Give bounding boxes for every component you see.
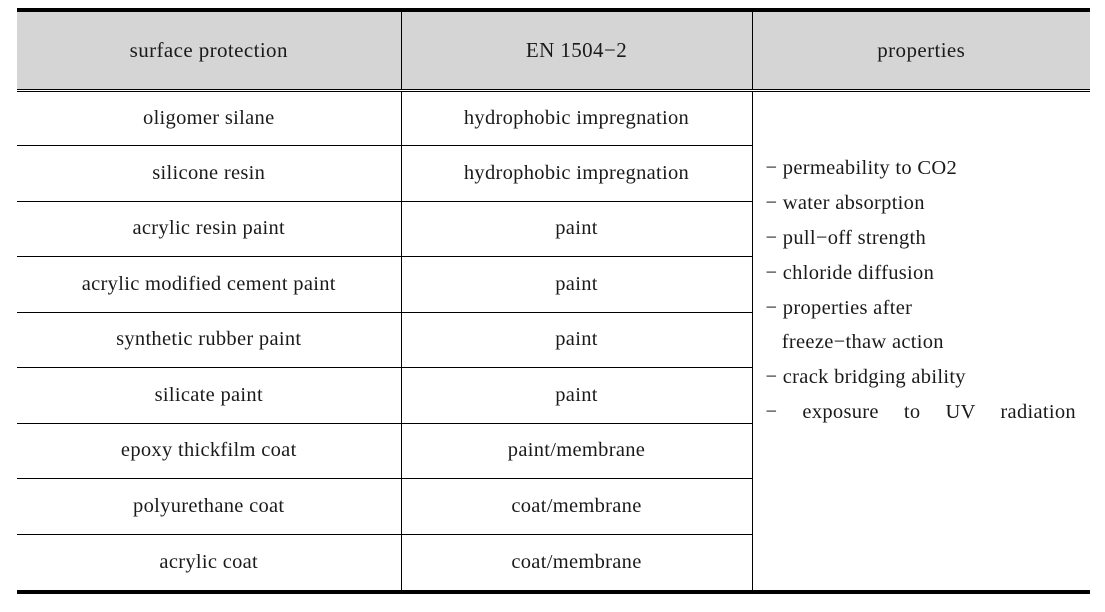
cell-en-standard: paint [400,312,752,368]
page-canvas: surface protection EN 1504−2 properties … [0,0,1105,612]
cell-surface-protection: silicate paint [17,367,401,424]
list-item: − crack bridging ability [765,365,966,388]
cell-properties: − permeability to CO2 − water absorption… [751,90,1091,590]
cell-surface-protection: acrylic modified cement paint [17,256,401,313]
cell-surface-protection: acrylic coat [17,534,401,590]
list-item: − exposure to UV radiation [765,400,1076,423]
cell-en-standard: hydrophobic impregnation [400,90,752,146]
cell-en-standard: hydrophobic impregnation [400,145,752,202]
cell-en-standard: paint [400,367,752,424]
header-row: surface protection EN 1504−2 properties [17,12,1090,92]
column-header-properties: properties [751,12,1090,92]
list-item: − pull−off strength [765,226,927,249]
properties-content: − permeability to CO2 − water absorption… [753,92,1091,463]
column-header-surface-protection: surface protection [17,12,401,92]
list-item: − chloride diffusion [765,262,935,285]
list-item: − permeability to CO2 [765,156,958,179]
properties-list: − permeability to CO2 − water absorption… [766,152,1077,463]
cell-surface-protection: silicone resin [17,145,401,202]
cell-surface-protection: acrylic resin paint [17,201,401,257]
table-header: surface protection EN 1504−2 properties [17,12,1090,92]
cell-en-standard: coat/membrane [400,478,752,535]
cell-surface-protection: epoxy thickfilm coat [17,423,401,479]
table-row: oligomer silane hydrophobic impregnation… [17,90,1090,590]
cell-en-standard: paint [400,256,752,313]
table-body: oligomer silane hydrophobic impregnation… [17,90,1090,590]
column-header-en-standard: EN 1504−2 [400,12,752,92]
list-item: − properties after freeze−thaw action [765,297,944,353]
surface-protection-table: surface protection EN 1504−2 properties … [17,12,1090,590]
cell-en-standard: paint [400,201,752,257]
cell-surface-protection: synthetic rubber paint [17,312,401,368]
list-item: − water absorption [765,191,925,214]
cell-en-standard: paint/membrane [400,423,752,479]
cell-surface-protection: polyurethane coat [17,478,401,535]
cell-en-standard: coat/membrane [400,534,752,590]
spec-table-container: surface protection EN 1504−2 properties … [17,8,1090,594]
cell-surface-protection: oligomer silane [17,90,401,146]
